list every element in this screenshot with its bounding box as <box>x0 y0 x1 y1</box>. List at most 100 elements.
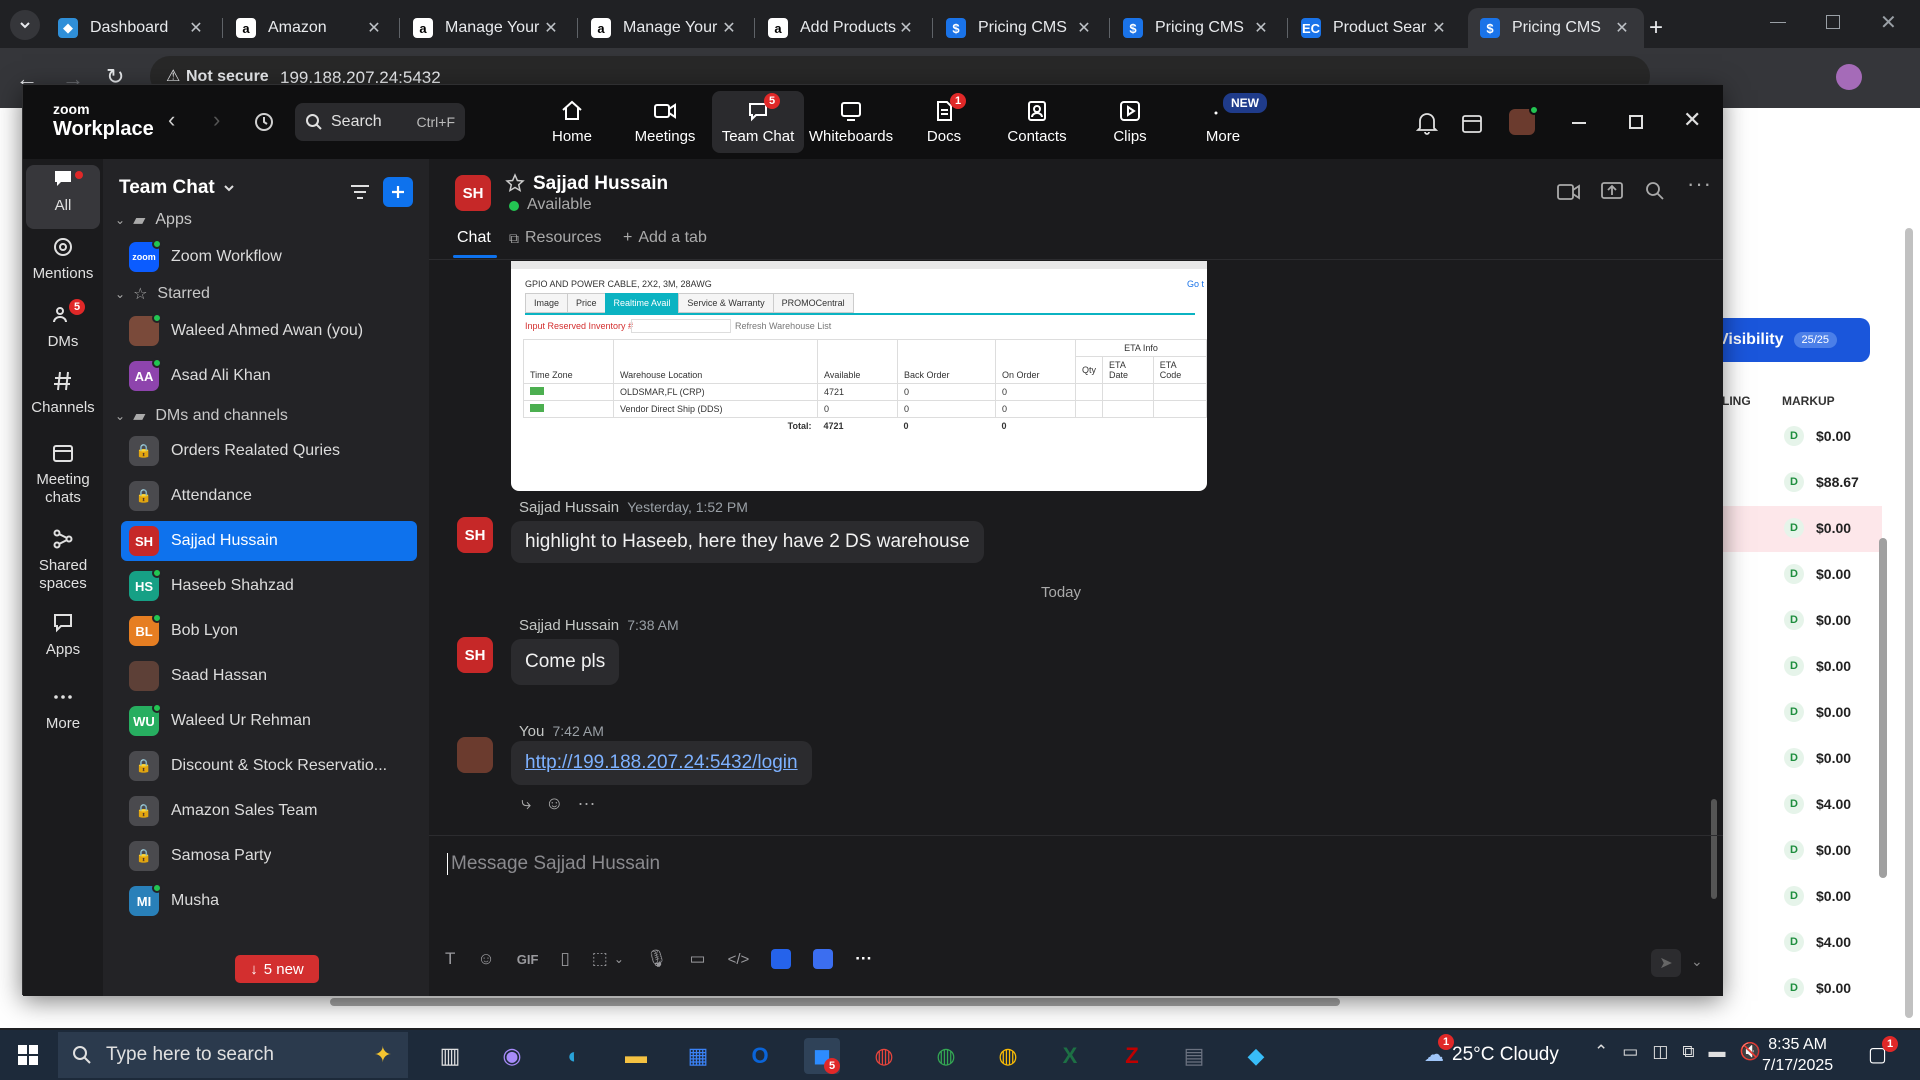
chrome-alt-icon[interactable]: ◍ <box>990 1038 1026 1074</box>
share-screen-icon[interactable] <box>1601 181 1623 201</box>
rail-dms[interactable]: DMs 5 <box>27 299 99 351</box>
new-messages-pill[interactable]: ↓ 5 new <box>235 955 319 983</box>
close-button[interactable]: ✕ <box>1683 107 1701 133</box>
battery-icon[interactable]: ▬ <box>1709 1042 1726 1062</box>
screen-icon[interactable]: ⧉ <box>1682 1042 1694 1062</box>
sidebar-item[interactable]: SH Sajjad Hussain <box>121 521 417 561</box>
sidebar-item[interactable]: 🔒 Orders Realated Quries <box>121 431 417 471</box>
message-bubble[interactable]: Come pls <box>511 639 620 685</box>
visibility-button[interactable]: Visibility 25/25 <box>1700 318 1870 362</box>
tab-chat[interactable]: Chat <box>457 229 491 247</box>
browser-tab[interactable]: a Manage Your ✕ <box>579 8 751 48</box>
profile-avatar[interactable] <box>1836 64 1862 90</box>
code-icon[interactable]: </> <box>728 951 750 968</box>
video-message-icon[interactable]: ▭ <box>690 949 706 969</box>
compose-button[interactable] <box>383 177 413 207</box>
tab-add[interactable]: + Add a tab <box>623 229 707 247</box>
task-view-icon[interactable]: ▥ <box>432 1038 468 1074</box>
close-tab-icon[interactable]: ✕ <box>364 18 384 38</box>
message-sender[interactable]: Sajjad Hussain <box>519 499 619 516</box>
rail-apps[interactable]: Apps <box>27 611 99 659</box>
self-avatar[interactable] <box>457 737 493 773</box>
message-bubble[interactable]: http://199.188.207.24:5432/login <box>511 741 812 785</box>
app-icon-zoom[interactable] <box>813 949 834 969</box>
sidebar-item[interactable]: AA Asad Ali Khan <box>121 356 417 396</box>
sidebar-item[interactable]: WU Waleed Ur Rehman <box>121 701 417 741</box>
compose-input[interactable]: Message Sajjad Hussain <box>447 851 1697 941</box>
close-tab-icon[interactable]: ✕ <box>719 18 739 38</box>
close-tab-icon[interactable]: ✕ <box>1612 18 1632 38</box>
sidebar-item[interactable]: zoom Zoom Workflow <box>121 237 417 277</box>
filter-icon[interactable] <box>349 183 371 201</box>
browser-tab[interactable]: $ Pricing CMS ✕ <box>1111 8 1283 48</box>
gif-icon[interactable]: GIF <box>517 952 539 967</box>
nav-team-chat[interactable]: Team Chat 5 <box>712 91 804 153</box>
minimize-button[interactable] <box>1572 122 1586 124</box>
sidebar-item[interactable]: Saad Hassan <box>121 656 417 696</box>
nav-contacts[interactable]: Contacts <box>991 91 1083 153</box>
microphone-icon[interactable]: 🎙 <box>646 949 668 969</box>
emoji-reaction-icon[interactable]: ☺ <box>545 793 563 814</box>
taskbar-search[interactable]: Type here to search ✦ <box>58 1032 408 1078</box>
message-sender[interactable]: Sajjad Hussain <box>519 617 619 634</box>
filezilla-icon[interactable]: Z <box>1114 1038 1150 1074</box>
minimize-browser-button[interactable] <box>1770 22 1786 23</box>
file-explorer-icon[interactable]: ▬ <box>618 1038 654 1074</box>
nav-home[interactable]: Home <box>526 91 618 153</box>
new-tab-button[interactable]: + <box>1649 14 1663 42</box>
calculator-icon[interactable]: ▤ <box>1176 1038 1212 1074</box>
close-browser-button[interactable]: ✕ <box>1880 10 1897 35</box>
close-tab-icon[interactable]: ✕ <box>896 18 916 38</box>
sidebar-item[interactable]: Waleed Ahmed Awan (you) <box>121 311 417 351</box>
camera-icon[interactable]: ◫ <box>1652 1042 1668 1062</box>
browser-tab[interactable]: ◆ Dashboard ✕ <box>46 8 218 48</box>
sidebar-item[interactable]: 🔒 Discount & Stock Reservatio... <box>121 746 417 786</box>
nav-clips[interactable]: Clips <box>1084 91 1176 153</box>
star-icon[interactable] <box>505 173 525 193</box>
store-icon[interactable]: ▦ <box>680 1038 716 1074</box>
sidebar-section-header[interactable]: ⌄ ▰ DMs and channels <box>115 401 288 431</box>
browser-tab[interactable]: a Manage Your ✕ <box>401 8 573 48</box>
close-tab-icon[interactable]: ✕ <box>1429 18 1449 38</box>
page-scrollbar[interactable] <box>1905 228 1913 1018</box>
history-icon[interactable] <box>253 111 275 133</box>
maximize-button[interactable] <box>1629 115 1643 129</box>
message-avatar[interactable]: SH <box>457 517 493 553</box>
nav-forward-button[interactable]: › <box>213 107 220 133</box>
file-icon[interactable]: ▯ <box>560 949 569 969</box>
browser-tab[interactable]: a Amazon ✕ <box>224 8 396 48</box>
send-button[interactable]: ➤ <box>1651 949 1681 977</box>
contact-avatar[interactable]: SH <box>455 175 491 211</box>
chrome-profile-icon[interactable]: ◍ <box>928 1038 964 1074</box>
bell-icon[interactable] <box>1416 111 1438 135</box>
nav-whiteboards[interactable]: Whiteboards <box>805 91 897 153</box>
more-options-icon[interactable]: ··· <box>1687 171 1712 197</box>
chat-scrollbar[interactable] <box>1711 799 1717 899</box>
tab-search-button[interactable] <box>10 10 40 40</box>
start-button[interactable] <box>18 1045 38 1065</box>
app-icon-blue[interactable] <box>771 949 792 969</box>
sidebar-item[interactable]: 🔒 Attendance <box>121 476 417 516</box>
rail-all[interactable]: All <box>27 167 99 215</box>
restore-browser-button[interactable] <box>1826 15 1840 29</box>
search-icon[interactable] <box>1645 181 1665 201</box>
video-call-icon[interactable] <box>1557 183 1581 201</box>
sidebar-title-button[interactable]: Team Chat <box>119 177 235 199</box>
rail-meeting-chats[interactable]: Meeting chats <box>27 441 99 507</box>
send-options-icon[interactable]: ⌄ <box>1691 953 1703 970</box>
inner-scrollbar[interactable] <box>1879 538 1887 878</box>
more-compose-icon[interactable]: ··· <box>855 949 872 969</box>
screenshot-icon[interactable]: ⬚ <box>592 949 608 969</box>
nav-meetings[interactable]: Meetings <box>619 91 711 153</box>
sidebar-item[interactable]: HS Haseeb Shahzad <box>121 566 417 606</box>
zoom-icon[interactable]: ◼ 5 <box>804 1038 840 1074</box>
nav-docs[interactable]: Docs 1 <box>898 91 990 153</box>
more-actions-icon[interactable]: ··· <box>577 793 595 814</box>
calendar-icon[interactable] <box>1461 112 1483 134</box>
rail-channels[interactable]: Channels <box>27 369 99 417</box>
app-icon[interactable]: ◆ <box>1238 1038 1274 1074</box>
display-icon[interactable]: ▭ <box>1622 1042 1638 1062</box>
browser-tab[interactable]: EC Product Sear ✕ <box>1289 8 1461 48</box>
close-tab-icon[interactable]: ✕ <box>1074 18 1094 38</box>
outlook-icon[interactable]: O <box>742 1038 778 1074</box>
